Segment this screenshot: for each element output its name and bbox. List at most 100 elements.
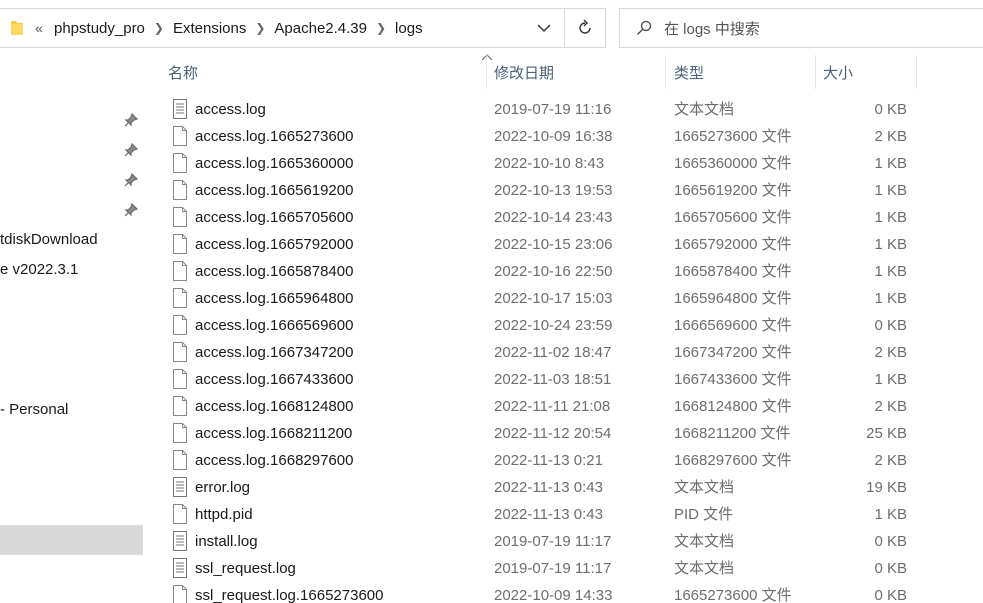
- file-row[interactable]: access.log.1667347200 2022-11-02 18:47 166…: [0, 339, 983, 366]
- column-name[interactable]: 名称: [168, 55, 198, 89]
- blank-file-icon: [172, 234, 188, 254]
- breadcrumb-extensions[interactable]: Extensions: [165, 8, 254, 48]
- file-size: 1 KB: [874, 263, 907, 280]
- breadcrumb-phpstudy-pro[interactable]: phpstudy_pro: [46, 8, 153, 48]
- file-size: 1 KB: [874, 371, 907, 388]
- blank-file-icon: [172, 207, 188, 227]
- file-name[interactable]: access.log.1667433600: [195, 366, 353, 393]
- file-name[interactable]: access.log.1667347200: [195, 339, 353, 366]
- file-row[interactable]: access.log.1668211200 2022-11-12 20:54 166…: [0, 420, 983, 447]
- file-row[interactable]: access.log.1668297600 2022-11-13 0:21 1668…: [0, 447, 983, 474]
- file-date: 2022-10-10 8:43: [494, 155, 605, 172]
- column-date[interactable]: 修改日期: [494, 55, 554, 89]
- file-type: 1665273600 文件: [674, 128, 792, 145]
- search-placeholder: 在 logs 中搜索: [664, 20, 760, 38]
- file-row[interactable]: error.log 2022-11-13 0:43 文本文档 19 KB: [0, 474, 983, 501]
- text-file-icon: [172, 477, 188, 497]
- file-date: 2022-11-11 21:08: [494, 398, 611, 415]
- file-date: 2022-10-13 19:53: [494, 182, 613, 199]
- file-date: 2022-11-13 0:21: [494, 452, 603, 469]
- file-type: 1665878400 文件: [674, 263, 792, 280]
- file-type: 1666569600 文件: [674, 317, 792, 334]
- file-row[interactable]: access.log 2019-07-19 11:16 文本文档 0 KB: [0, 96, 983, 123]
- file-date: 2022-11-03 18:51: [494, 371, 612, 388]
- file-size: 1 KB: [874, 182, 907, 199]
- file-date: 2019-07-19 11:17: [494, 560, 612, 577]
- blank-file-icon: [172, 585, 188, 603]
- file-type: 文本文档: [674, 533, 735, 550]
- column-size[interactable]: 大小: [823, 55, 853, 89]
- file-size: 1 KB: [874, 209, 907, 226]
- overflow-chevron[interactable]: «: [24, 20, 46, 36]
- file-size: 0 KB: [874, 533, 907, 550]
- file-name[interactable]: ssl_request.log: [195, 555, 296, 582]
- file-name[interactable]: access.log: [195, 96, 266, 123]
- refresh-icon: [579, 19, 591, 34]
- file-size: 2 KB: [874, 398, 907, 415]
- file-name[interactable]: access.log.1665878400: [195, 258, 353, 285]
- file-row[interactable]: ssl_request.log.1665273600 2022-10-09 14:…: [0, 582, 983, 603]
- file-name[interactable]: httpd.pid: [195, 501, 253, 528]
- file-name[interactable]: access.log.1665360000: [195, 150, 353, 177]
- blank-file-icon: [172, 342, 188, 362]
- file-date: 2022-10-16 22:50: [494, 263, 613, 280]
- file-date: 2022-10-15 23:06: [494, 236, 613, 253]
- file-size: 2 KB: [874, 452, 907, 469]
- file-row[interactable]: access.log.1665619200 2022-10-13 19:53 166…: [0, 177, 983, 204]
- column-divider[interactable]: [486, 55, 487, 89]
- blank-file-icon: [172, 423, 188, 443]
- file-row[interactable]: access.log.1666569600 2022-10-24 23:59 166…: [0, 312, 983, 339]
- column-header-row: 名称 修改日期 类型 大小: [163, 54, 923, 89]
- file-row[interactable]: access.log.1665360000 2022-10-10 8:43 1665…: [0, 150, 983, 177]
- file-type: 1668211200 文件: [674, 425, 791, 442]
- chevron-right-icon[interactable]: ❯: [153, 21, 165, 35]
- file-row[interactable]: access.log.1668124800 2022-11-11 21:08 166…: [0, 393, 983, 420]
- file-row[interactable]: install.log 2019-07-19 11:17 文本文档 0 KB: [0, 528, 983, 555]
- file-name[interactable]: access.log.1665273600: [195, 123, 353, 150]
- blank-file-icon: [172, 369, 188, 389]
- file-row[interactable]: httpd.pid 2022-11-13 0:43 PID 文件 1 KB: [0, 501, 983, 528]
- column-divider[interactable]: [916, 55, 917, 89]
- file-type: 文本文档: [674, 560, 735, 577]
- file-name[interactable]: access.log.1668297600: [195, 447, 353, 474]
- file-date: 2022-11-12 20:54: [494, 425, 612, 442]
- file-name[interactable]: ssl_request.log.1665273600: [195, 582, 383, 603]
- column-type[interactable]: 类型: [674, 55, 704, 89]
- search-icon: [637, 20, 652, 35]
- file-row[interactable]: access.log.1665964800 2022-10-17 15:03 166…: [0, 285, 983, 312]
- file-date: 2019-07-19 11:16: [494, 101, 612, 118]
- file-size: 1 KB: [874, 290, 907, 307]
- blank-file-icon: [172, 153, 188, 173]
- chevron-right-icon[interactable]: ❯: [254, 21, 266, 35]
- file-name[interactable]: error.log: [195, 474, 250, 501]
- search-box[interactable]: 在 logs 中搜索: [619, 8, 983, 48]
- chevron-right-icon[interactable]: ❯: [375, 21, 387, 35]
- file-row[interactable]: access.log.1665792000 2022-10-15 23:06 166…: [0, 231, 983, 258]
- file-row[interactable]: access.log.1665705600 2022-10-14 23:43 166…: [0, 204, 983, 231]
- file-name[interactable]: access.log.1666569600: [195, 312, 353, 339]
- file-name[interactable]: access.log.1665964800: [195, 285, 353, 312]
- column-divider[interactable]: [815, 55, 816, 89]
- file-name[interactable]: access.log.1668124800: [195, 393, 353, 420]
- file-name[interactable]: access.log.1665792000: [195, 231, 353, 258]
- file-size: 2 KB: [874, 128, 907, 145]
- column-divider[interactable]: [665, 55, 666, 89]
- file-type: 1665792000 文件: [674, 236, 792, 253]
- file-type: 1667347200 文件: [674, 344, 792, 361]
- address-bar[interactable]: « phpstudy_pro ❯ Extensions ❯ Apache2.4.…: [0, 8, 606, 48]
- file-row[interactable]: access.log.1665878400 2022-10-16 22:50 166…: [0, 258, 983, 285]
- breadcrumb-logs[interactable]: logs: [387, 8, 431, 48]
- file-row[interactable]: access.log.1667433600 2022-11-03 18:51 166…: [0, 366, 983, 393]
- file-row[interactable]: ssl_request.log 2019-07-19 11:17 文本文档 0 KB: [0, 555, 983, 582]
- file-name[interactable]: install.log: [195, 528, 258, 555]
- file-name[interactable]: access.log.1668211200: [195, 420, 352, 447]
- file-type: 1665964800 文件: [674, 290, 792, 307]
- file-name[interactable]: access.log.1665619200: [195, 177, 353, 204]
- breadcrumb-apache[interactable]: Apache2.4.39: [266, 8, 375, 48]
- history-dropdown-button[interactable]: [524, 9, 564, 47]
- refresh-button[interactable]: [564, 9, 605, 47]
- file-name[interactable]: access.log.1665705600: [195, 204, 353, 231]
- file-type: 1668297600 文件: [674, 452, 792, 469]
- file-row[interactable]: access.log.1665273600 2022-10-09 16:38 166…: [0, 123, 983, 150]
- file-date: 2022-11-02 18:47: [494, 344, 612, 361]
